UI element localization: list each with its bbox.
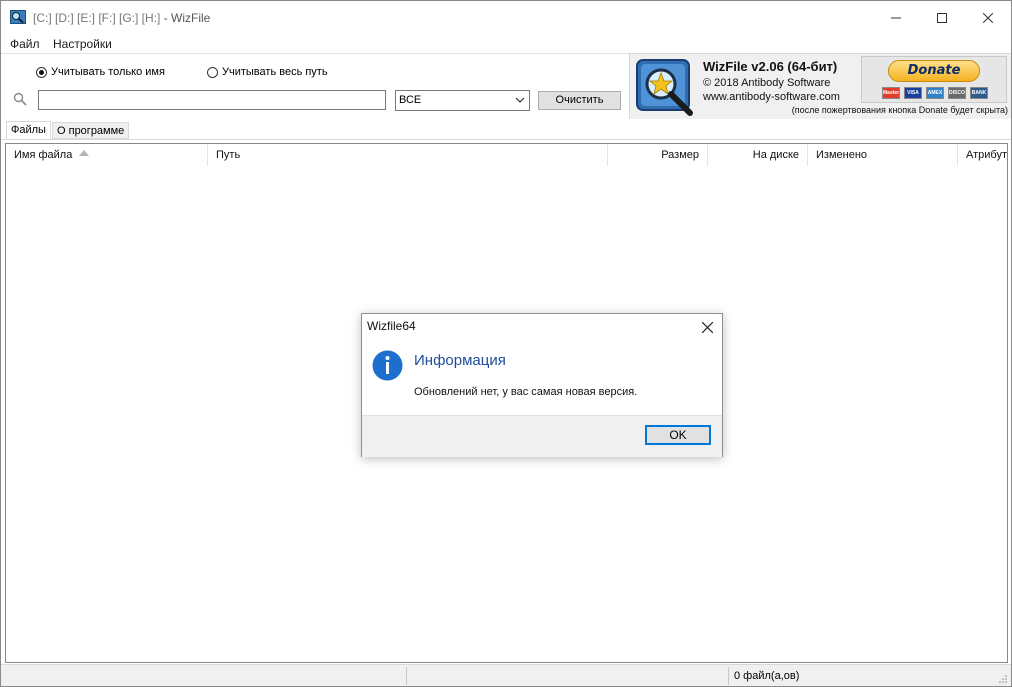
dialog-footer: OK: [362, 415, 722, 457]
app-version-title: WizFile v2.06 (64-бит): [703, 59, 838, 74]
status-separator: [406, 667, 407, 685]
column-header-size[interactable]: Размер: [608, 144, 708, 166]
info-dialog: Wizfile64 Информация Обновлений нет, у в…: [361, 313, 723, 457]
dialog-heading: Информация: [414, 352, 506, 369]
amex-icon: AMEX: [926, 87, 944, 99]
window-title-app: - WizFile: [160, 11, 211, 25]
donate-panel: Donate MasterCard VISA AMEX DISCOVER BAN…: [861, 56, 1007, 103]
resize-grip-icon: [999, 675, 1007, 683]
column-header-path[interactable]: Путь: [208, 144, 608, 166]
column-header-name[interactable]: Имя файла: [6, 144, 208, 166]
dialog-message: Обновлений нет, у вас самая новая версия…: [414, 386, 638, 398]
dialog-title: Wizfile64: [367, 319, 416, 333]
dialog-close-button[interactable]: [692, 314, 722, 340]
menu-file[interactable]: Файл: [10, 37, 40, 51]
menu-bar: Файл Настройки: [1, 34, 1011, 53]
column-header-modified[interactable]: Изменено: [808, 144, 958, 166]
status-separator: [728, 667, 729, 685]
tab-strip: Файлы О программе: [1, 119, 1011, 140]
status-bar: 0 файл(а,ов): [1, 664, 1011, 686]
radio-unchecked-icon: [207, 66, 218, 78]
window-title-drives: [C:] [D:] [E:] [F:] [G:] [H:]: [33, 11, 161, 25]
clear-button[interactable]: Очистить: [538, 91, 621, 110]
donate-button[interactable]: Donate: [888, 60, 980, 82]
search-input[interactable]: [38, 90, 386, 110]
minimize-icon: [891, 17, 901, 18]
ok-button[interactable]: OK: [645, 425, 711, 445]
website-link[interactable]: www.antibody-software.com: [703, 91, 840, 103]
window-title: [C:] [D:] [E:] [F:] [G:] [H:] - WizFile: [33, 11, 210, 25]
search-options-panel: Учитывать только имя Учитывать весь путь…: [1, 53, 629, 120]
tab-files[interactable]: Файлы: [6, 121, 51, 139]
visa-icon: VISA: [904, 87, 922, 99]
file-count-status: 0 файл(а,ов): [734, 670, 800, 682]
maximize-button[interactable]: [919, 1, 965, 34]
radio-full-path-label: Учитывать весь путь: [222, 66, 328, 78]
column-header-on-disk[interactable]: На диске: [708, 144, 808, 166]
sort-ascending-icon: [79, 150, 90, 156]
radio-name-only[interactable]: Учитывать только имя: [36, 66, 165, 78]
mastercard-icon: MasterCard: [882, 87, 900, 99]
file-type-filter-select[interactable]: ВСЕ: [395, 90, 530, 111]
radio-checked-icon: [36, 66, 47, 78]
close-icon: [701, 321, 713, 333]
search-icon: [13, 92, 27, 106]
discover-icon: DISCOVER: [948, 87, 966, 99]
maximize-icon: [937, 12, 947, 23]
copyright-text: © 2018 Antibody Software: [703, 77, 831, 89]
close-window-button[interactable]: [965, 1, 1011, 34]
info-icon: [372, 350, 403, 381]
bank-icon: BANK: [970, 87, 988, 99]
radio-full-path[interactable]: Учитывать весь путь: [207, 66, 328, 78]
filter-selected-value: ВСЕ: [399, 94, 422, 106]
radio-name-only-label: Учитывать только имя: [51, 66, 165, 78]
chevron-down-icon: [515, 97, 525, 103]
menu-settings[interactable]: Настройки: [53, 37, 112, 51]
wizfile-app-icon: [10, 10, 26, 24]
tab-about[interactable]: О программе: [52, 122, 130, 139]
column-header-attributes[interactable]: Атрибут: [958, 144, 1007, 166]
column-name-label: Имя файла: [14, 149, 73, 161]
title-bar[interactable]: [C:] [D:] [E:] [F:] [G:] [H:] - WizFile: [1, 1, 1011, 34]
wizfile-logo: [636, 59, 693, 116]
about-banner: WizFile v2.06 (64-бит) © 2018 Antibody S…: [629, 53, 1011, 120]
minimize-button[interactable]: [873, 1, 919, 34]
donate-note: (после пожертвования кнопка Donate будет…: [791, 105, 1008, 115]
close-icon: [983, 12, 993, 23]
